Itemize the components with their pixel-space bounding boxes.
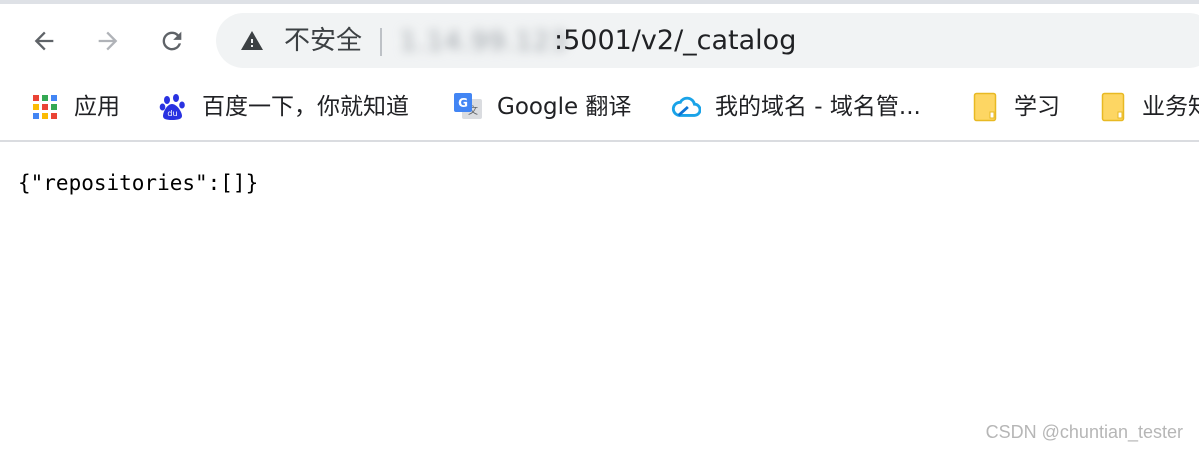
address-separator bbox=[380, 28, 382, 56]
bookmark-label: 应用 bbox=[74, 94, 120, 120]
back-button[interactable] bbox=[24, 21, 64, 61]
address-bar[interactable]: 不安全 1.14.99.123 :5001/v2/_catalog bbox=[216, 13, 1199, 68]
toolbar-divider bbox=[0, 140, 1199, 142]
bookmark-label: Google 翻译 bbox=[497, 94, 632, 120]
bookmarks-bar: 应用 du 百度一下，你就知道 文 G Google 翻译 我的域名 - 域名管… bbox=[0, 74, 1199, 140]
bookmark-folder-study[interactable]: 学习 bbox=[970, 87, 1060, 127]
browser-toolbar: 不安全 1.14.99.123 :5001/v2/_catalog bbox=[0, 4, 1199, 74]
bookmark-label: 我的域名 - 域名管... bbox=[715, 94, 921, 120]
reload-icon bbox=[162, 31, 182, 51]
folder-icon bbox=[1098, 92, 1128, 122]
arrow-right-icon bbox=[98, 31, 118, 51]
svg-text:du: du bbox=[167, 109, 177, 118]
cloud-icon bbox=[671, 92, 701, 122]
reload-button[interactable] bbox=[152, 21, 192, 61]
forward-button[interactable] bbox=[88, 21, 128, 61]
google-translate-icon: 文 G bbox=[453, 92, 483, 122]
bookmark-baidu[interactable]: du 百度一下，你就知道 bbox=[158, 87, 409, 127]
warning-icon[interactable] bbox=[240, 29, 264, 53]
url-host-blurred: 1.14.99.123 bbox=[400, 27, 569, 57]
bookmark-label: 学习 bbox=[1014, 94, 1060, 120]
bookmark-apps[interactable]: 应用 bbox=[30, 87, 120, 127]
json-response-text: {"repositories":[]} bbox=[18, 171, 259, 195]
folder-icon bbox=[970, 92, 1000, 122]
bookmark-folder-business[interactable]: 业务知 bbox=[1098, 87, 1199, 127]
baidu-paw-icon: du bbox=[158, 92, 188, 122]
bookmark-domain-manager[interactable]: 我的域名 - 域名管... bbox=[671, 87, 921, 127]
csdn-watermark: CSDN @chuntian_tester bbox=[985, 422, 1183, 442]
apps-grid-icon bbox=[30, 92, 60, 122]
bookmark-label: 业务知 bbox=[1142, 94, 1199, 120]
svg-text:G: G bbox=[458, 96, 468, 110]
bookmark-google-translate[interactable]: 文 G Google 翻译 bbox=[453, 87, 631, 127]
security-status-label[interactable]: 不安全 bbox=[284, 25, 362, 57]
arrow-left-icon bbox=[34, 31, 54, 51]
url-path[interactable]: :5001/v2/_catalog bbox=[554, 25, 796, 57]
bookmark-label: 百度一下，你就知道 bbox=[202, 94, 409, 120]
